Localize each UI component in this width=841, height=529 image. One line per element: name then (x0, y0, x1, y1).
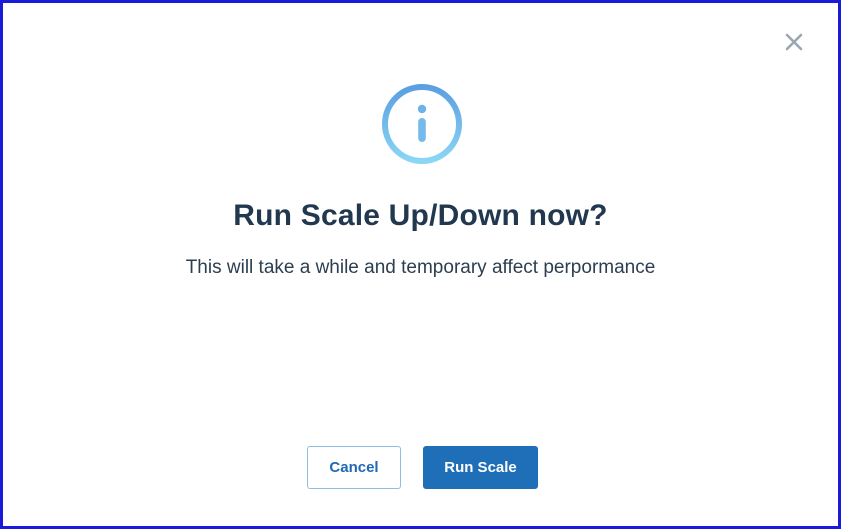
window-frame: Run Scale Up/Down now? This will take a … (0, 0, 841, 529)
dialog-message: This will take a while and temporary aff… (185, 257, 656, 278)
close-icon (785, 33, 803, 51)
dialog-title: Run Scale Up/Down now? (233, 199, 608, 232)
confirm-dialog: Run Scale Up/Down now? This will take a … (6, 6, 835, 523)
close-button[interactable] (782, 30, 806, 54)
cancel-button[interactable]: Cancel (307, 446, 401, 489)
info-icon (382, 84, 462, 164)
run-scale-button[interactable]: Run Scale (423, 446, 538, 489)
